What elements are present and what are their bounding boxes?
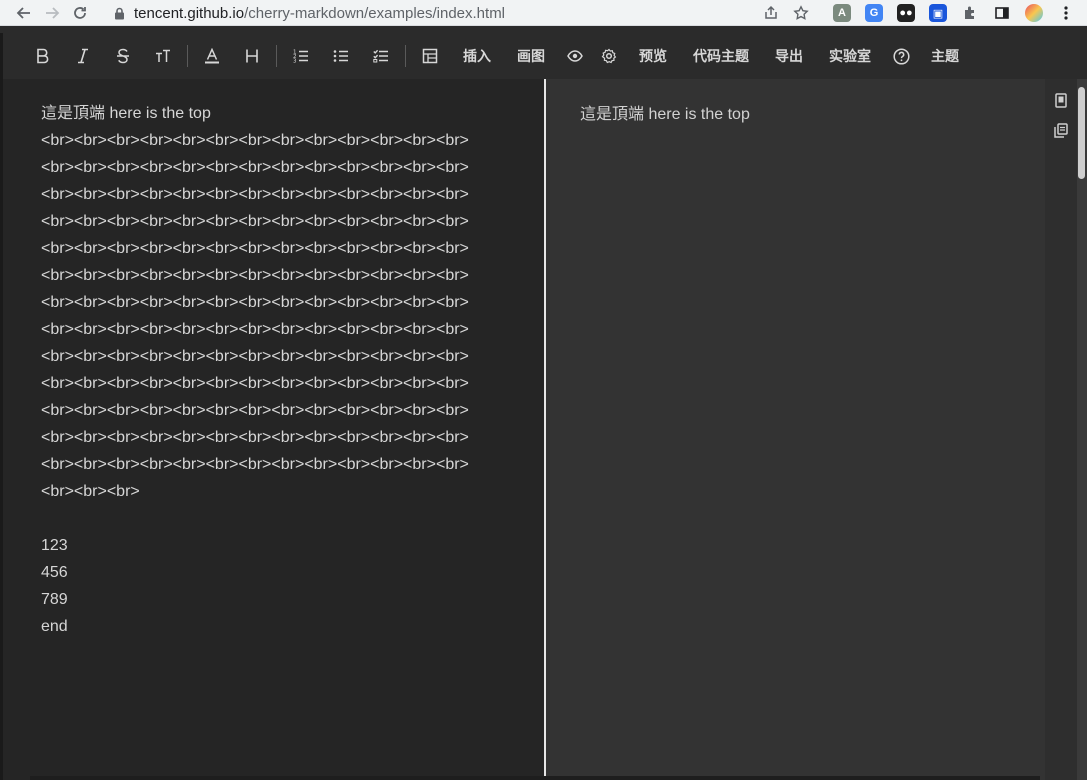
editor-line[interactable]: 123 — [41, 532, 544, 559]
font-color-icon[interactable] — [192, 41, 232, 71]
url-path: /cherry-markdown/examples/index.html — [244, 4, 506, 22]
settings-gear-icon[interactable] — [592, 41, 626, 71]
bottom-edge — [30, 776, 1040, 780]
preview-pane: 這是頂端 here is the top — [546, 79, 1045, 780]
side-panel-icon[interactable] — [986, 1, 1018, 25]
editor-line[interactable]: <br><br><br><br><br><br><br><br><br><br>… — [41, 316, 544, 343]
preview-button[interactable]: 预览 — [626, 41, 680, 71]
bookmark-star-icon[interactable] — [786, 1, 816, 25]
draw-button[interactable]: 画图 — [504, 41, 558, 71]
url-host: tencent.github.io — [134, 4, 245, 22]
address-bar[interactable]: tencent.github.io/cherry-markdown/exampl… — [112, 1, 820, 25]
editor-line[interactable]: <br><br><br><br><br><br><br><br><br><br>… — [41, 343, 544, 370]
insert-button[interactable]: 插入 — [450, 41, 504, 71]
browser-menu-icon[interactable] — [1050, 1, 1082, 25]
copy-icon[interactable] — [1049, 115, 1073, 145]
help-question-icon[interactable] — [884, 41, 918, 71]
svg-text:3: 3 — [293, 59, 297, 65]
toolbar-separator — [187, 45, 188, 67]
editor-line[interactable]: 這是頂端 here is the top — [41, 100, 544, 127]
forward-arrow-icon[interactable] — [38, 1, 66, 25]
lock-icon[interactable] — [112, 7, 126, 20]
extension-tampermonkey-icon[interactable]: ●● — [890, 1, 922, 25]
toolbar-separator — [276, 45, 277, 67]
editor-line[interactable]: <br><br><br><br><br><br><br><br><br><br>… — [41, 262, 544, 289]
extensions-puzzle-icon[interactable] — [954, 1, 986, 25]
back-arrow-icon[interactable] — [10, 1, 38, 25]
editor-line[interactable]: 456 — [41, 559, 544, 586]
side-toolbar — [1045, 79, 1077, 780]
reload-icon[interactable] — [66, 1, 94, 25]
page-scrollbar[interactable] — [1077, 79, 1087, 780]
extension-translate-a-icon[interactable]: A — [826, 1, 858, 25]
markdown-editor[interactable]: 這是頂端 here is the top <br><br><br><br><br>… — [3, 79, 544, 780]
preview-paragraph: 這是頂端 here is the top — [580, 106, 750, 123]
editor-line[interactable]: 789 — [41, 586, 544, 613]
editor-toolbar: 123 插入 画图 预览 代码主题 导出 实验室 主题 — [3, 33, 1086, 79]
italic-icon[interactable] — [63, 41, 103, 71]
checklist-icon[interactable] — [361, 41, 401, 71]
editor-line[interactable]: <br><br><br><br><br><br><br><br><br><br>… — [41, 451, 544, 478]
table-icon[interactable] — [410, 41, 450, 71]
extension-blue-square-icon[interactable]: ▣ — [922, 1, 954, 25]
theme-button[interactable]: 主题 — [918, 41, 972, 71]
editor-line[interactable]: <br><br><br><br><br><br><br><br><br><br>… — [41, 289, 544, 316]
profile-avatar-icon[interactable] — [1018, 1, 1050, 25]
ordered-list-icon[interactable]: 123 — [281, 41, 321, 71]
editor-line[interactable]: <br><br><br><br><br><br><br><br><br><br>… — [41, 397, 544, 424]
extension-google-translate-icon[interactable]: G — [858, 1, 890, 25]
editor-line[interactable]: <br><br><br><br><br><br><br><br><br><br>… — [41, 154, 544, 181]
share-icon[interactable] — [756, 1, 786, 25]
export-button[interactable]: 导出 — [762, 41, 816, 71]
heading-icon[interactable] — [232, 41, 272, 71]
strikethrough-icon[interactable] — [103, 41, 143, 71]
editor-line[interactable] — [41, 505, 544, 532]
editor-line[interactable]: <br><br><br><br><br><br><br><br><br><br>… — [41, 424, 544, 451]
toc-icon[interactable] — [1049, 85, 1073, 115]
editor-line[interactable]: <br><br><br><br><br><br><br><br><br><br>… — [41, 235, 544, 262]
eye-icon[interactable] — [558, 41, 592, 71]
editor-line[interactable]: <br><br><br><br><br><br><br><br><br><br>… — [41, 181, 544, 208]
editor-line[interactable]: <br><br><br><br><br><br><br><br><br><br>… — [41, 127, 544, 154]
toolbar-separator — [405, 45, 406, 67]
text-size-icon[interactable] — [143, 41, 183, 71]
browser-toolbar: tencent.github.io/cherry-markdown/exampl… — [0, 0, 1087, 26]
lab-button[interactable]: 实验室 — [816, 41, 884, 71]
editor-line[interactable]: end — [41, 613, 544, 640]
editor-line[interactable]: <br><br><br><br><br><br><br><br><br><br>… — [41, 370, 544, 397]
bold-icon[interactable] — [23, 41, 63, 71]
unordered-list-icon[interactable] — [321, 41, 361, 71]
code-theme-button[interactable]: 代码主题 — [680, 41, 762, 71]
scrollbar-thumb[interactable] — [1078, 87, 1085, 179]
editor-line[interactable]: <br><br><br> — [41, 478, 544, 505]
editor-line[interactable]: <br><br><br><br><br><br><br><br><br><br>… — [41, 208, 544, 235]
